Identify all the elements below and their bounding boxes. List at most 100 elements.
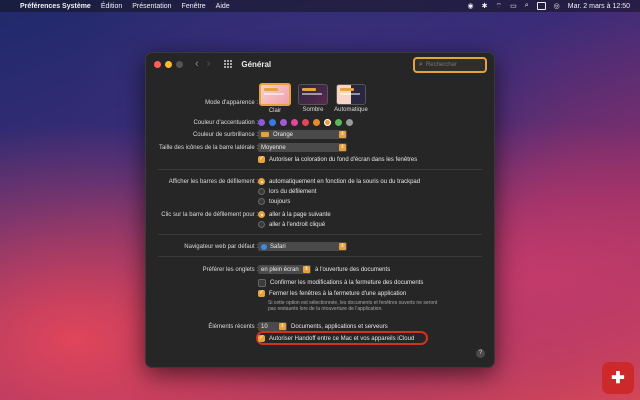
- menu-edit[interactable]: Édition: [101, 3, 122, 10]
- accent-swatch-8[interactable]: [346, 119, 353, 126]
- appearance-dark[interactable]: Sombre: [296, 84, 330, 113]
- search-field[interactable]: ⌕ Rechercher: [413, 57, 487, 73]
- help-button[interactable]: ?: [476, 349, 485, 358]
- close-windows-note: Si cette option est sélectionnée, les do…: [268, 300, 438, 312]
- appearance-light[interactable]: Clair: [258, 83, 292, 114]
- chevron-updown-icon: ⇕: [339, 131, 346, 138]
- accent-swatch-4[interactable]: [302, 119, 309, 126]
- menu-datetime[interactable]: Mar. 2 mars à 12:50: [568, 3, 630, 10]
- show-all-grid-icon[interactable]: [224, 59, 233, 69]
- recent-row: 10 ⇕ Documents, applications et serveurs: [258, 322, 388, 331]
- menu-help[interactable]: Aide: [216, 3, 230, 10]
- handoff-row: ✓ Autoriser Handoff entre ce Mac et vos …: [258, 335, 414, 342]
- browser-value: Safari: [270, 243, 286, 250]
- search-icon: ⌕: [419, 61, 423, 68]
- appearance-auto[interactable]: Automatique: [334, 84, 368, 113]
- sidebar-icon-row: Moyenne ⇕: [258, 143, 347, 152]
- highlight-value: Orange: [273, 131, 294, 138]
- scroll-click-radio-spot[interactable]: [258, 221, 265, 228]
- sidebar-icon-label: Taille des icônes de la barre latérale :: [158, 145, 258, 151]
- menu-app-name[interactable]: Préférences Système: [20, 3, 91, 10]
- scrollbars-radio-auto[interactable]: [258, 178, 265, 185]
- close-button[interactable]: [154, 60, 161, 68]
- menu-window[interactable]: Fenêtre: [182, 3, 206, 10]
- wallpaper-tint-row: ✓ Autoriser la coloration du fond d'écra…: [258, 156, 417, 163]
- scrollbars-option-1[interactable]: lors du défilement: [258, 188, 316, 195]
- scroll-click-option-0[interactable]: aller à la page suivante: [258, 211, 331, 218]
- scrollbars-option-2[interactable]: toujours: [258, 198, 290, 205]
- accent-swatch-7[interactable]: [335, 119, 342, 126]
- scrollbars-option-0[interactable]: automatiquement en fonction de la souris…: [258, 178, 420, 185]
- browser-label: Navigateur web par défaut :: [184, 244, 258, 250]
- confirm-changes-label: Confirmer les modifications à la fermetu…: [270, 280, 424, 286]
- appearance-auto-thumb: [336, 84, 366, 105]
- appearance-light-label: Clair: [268, 108, 282, 114]
- status-app-icon[interactable]: ◉: [468, 2, 474, 10]
- menu-bar-status: ◉ ✱ ⌔ ▭ ⌕ ◎ Mar. 2 mars à 12:50: [468, 2, 640, 11]
- tabs-label: Préférer les onglets :: [202, 267, 258, 273]
- back-icon[interactable]: ‹: [195, 58, 199, 70]
- confirm-changes-row: Confirmer les modifications à la fermetu…: [258, 279, 423, 287]
- highlight-label: Couleur de surbrillance :: [192, 132, 258, 138]
- accent-color-swatches: [258, 119, 353, 126]
- scrollbars-radio-always[interactable]: [258, 198, 265, 205]
- sidebar-icon-size-popup[interactable]: Moyenne ⇕: [258, 143, 347, 152]
- zoom-button[interactable]: [176, 60, 183, 68]
- handoff-label: Autoriser Handoff entre ce Mac et vos ap…: [269, 335, 415, 342]
- accent-swatch-5[interactable]: [313, 119, 320, 126]
- window-title: Général: [241, 59, 272, 69]
- scroll-click-option-1[interactable]: aller à l'endroit cliqué: [258, 221, 325, 228]
- accent-swatch-0[interactable]: [258, 119, 265, 126]
- recent-items-popup[interactable]: 10 ⇕: [258, 322, 287, 331]
- scroll-click-radio-next-page[interactable]: [258, 211, 265, 218]
- recent-suffix: Documents, applications et serveurs: [291, 323, 388, 330]
- spotlight-icon[interactable]: ⌕: [525, 2, 529, 10]
- wifi-icon[interactable]: ⌔: [495, 2, 502, 11]
- title-bar: ‹ › Général ⌕ Rechercher: [146, 53, 494, 75]
- gamepad-logo-icon: ✚: [611, 370, 625, 387]
- siri-icon[interactable]: ◎: [554, 2, 560, 10]
- scrollbars-label: Afficher les barres de défilement :: [168, 179, 258, 185]
- brand-logo: ✚: [602, 362, 634, 394]
- scroll-click-option-0-label: aller à la page suivante: [269, 211, 331, 218]
- recent-value: 10: [261, 323, 268, 330]
- handoff-checkbox[interactable]: ✓: [258, 335, 265, 342]
- control-center-icon[interactable]: [536, 2, 546, 10]
- minimize-button[interactable]: [165, 60, 172, 68]
- chevron-updown-icon: ⇕: [339, 144, 346, 151]
- scrollbars-option-0-label: automatiquement en fonction de la souris…: [269, 178, 421, 185]
- tabs-value: en plein écran: [261, 266, 299, 273]
- sidebar-icon-value: Moyenne: [261, 144, 286, 151]
- confirm-changes-checkbox[interactable]: [258, 279, 266, 287]
- divider: [158, 234, 482, 235]
- appearance-light-thumb: [259, 83, 291, 106]
- bluetooth-icon[interactable]: ✱: [482, 2, 488, 10]
- scroll-click-option-1-label: aller à l'endroit cliqué: [269, 221, 326, 228]
- appearance-label: Mode d'apparence :: [205, 100, 258, 106]
- close-windows-label: Fermer les fenêtres à la fermeture d'une…: [269, 290, 407, 297]
- menu-view[interactable]: Présentation: [132, 3, 171, 10]
- close-windows-checkbox[interactable]: ✓: [258, 290, 265, 297]
- wallpaper-tint-label: Autoriser la coloration du fond d'écran …: [269, 156, 418, 163]
- highlight-row: Orange ⇕: [258, 130, 347, 139]
- appearance-dark-thumb: [298, 84, 328, 105]
- appearance-auto-label: Automatique: [334, 107, 368, 113]
- close-windows-row: ✓ Fermer les fenêtres à la fermeture d'u…: [258, 290, 406, 297]
- chevron-updown-icon: ⇕: [339, 243, 346, 250]
- highlight-color-popup[interactable]: Orange ⇕: [258, 130, 347, 139]
- prefer-tabs-popup[interactable]: en plein écran ⇕: [258, 265, 311, 274]
- accent-swatch-6[interactable]: [324, 119, 331, 126]
- forward-icon[interactable]: ›: [207, 58, 211, 70]
- accent-swatch-3[interactable]: [291, 119, 298, 126]
- safari-icon: [261, 243, 267, 250]
- battery-icon[interactable]: ▭: [510, 2, 517, 10]
- default-browser-popup[interactable]: Safari ⇕: [258, 242, 347, 251]
- accent-swatch-1[interactable]: [269, 119, 276, 126]
- chevron-updown-icon: ⇕: [303, 266, 310, 273]
- accent-swatch-2[interactable]: [280, 119, 287, 126]
- appearance-dark-label: Sombre: [302, 107, 324, 113]
- scrollbars-radio-scrolling[interactable]: [258, 188, 265, 195]
- scrollbars-option-2-label: toujours: [269, 198, 291, 205]
- wallpaper-tint-checkbox[interactable]: ✓: [258, 156, 265, 163]
- divider: [158, 169, 482, 170]
